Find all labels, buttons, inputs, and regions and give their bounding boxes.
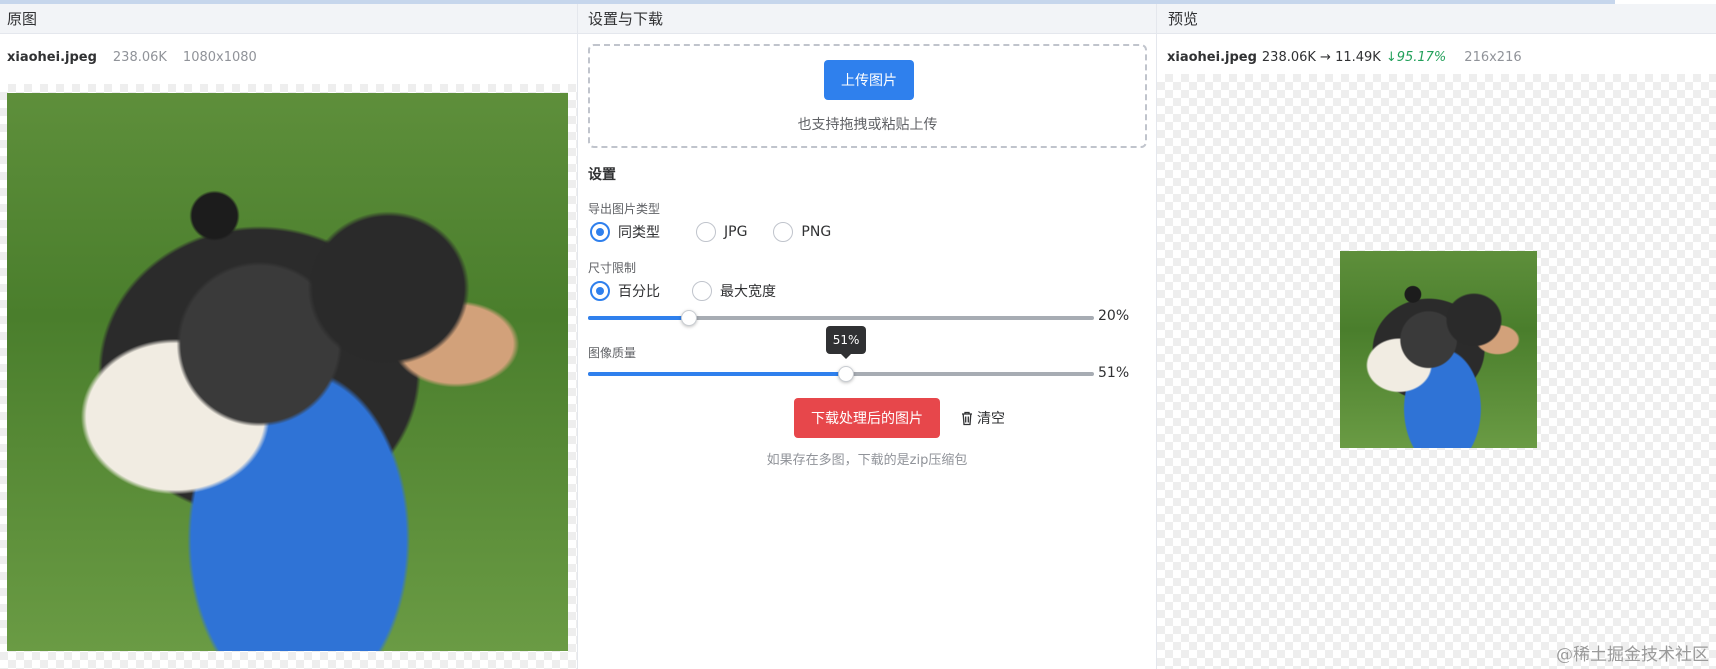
radio-label: PNG: [801, 224, 832, 240]
original-panel-title: 原图: [0, 4, 577, 34]
original-file-size: 238.06K: [112, 49, 167, 65]
preview-file-name: xiaohei.jpeg: [1167, 49, 1257, 65]
preview-panel-title: 预览: [1157, 4, 1716, 34]
preview-image: [1340, 251, 1537, 448]
radio-circle[interactable]: [773, 222, 794, 242]
radio-circle-checked[interactable]: [590, 222, 610, 242]
radio-size-percent[interactable]: 百分比: [590, 281, 660, 301]
preview-dimensions: 216x216: [1464, 49, 1522, 65]
original-file-name: xiaohei.jpeg: [7, 49, 97, 65]
slider-fill: [588, 316, 690, 320]
export-type-radio-group: 同类型 JPG PNG: [590, 222, 853, 242]
trash-icon: [962, 411, 972, 425]
original-file-info: xiaohei.jpeg 238.06K 1080x1080: [0, 34, 577, 80]
slider-thumb[interactable]: [838, 366, 855, 382]
upload-dropzone[interactable]: 上传图片 也支持拖拽或粘贴上传: [588, 44, 1147, 148]
slider-fill: [588, 372, 847, 376]
original-dimensions: 1080x1080: [182, 49, 257, 65]
radio-label: JPG: [724, 224, 748, 240]
download-button[interactable]: 下载处理后的图片: [794, 398, 940, 438]
radio-circle-checked[interactable]: [590, 281, 610, 301]
quality-slider[interactable]: [588, 366, 1094, 382]
original-image: [7, 93, 568, 651]
size-percent-value: 20%: [1098, 308, 1130, 324]
quality-label: 图像质量: [588, 346, 637, 360]
original-panel: 原图 xiaohei.jpeg 238.06K 1080x1080: [0, 4, 578, 669]
watermark: @稀土掘金技术社区: [1556, 645, 1709, 665]
upload-button[interactable]: 上传图片: [824, 60, 914, 100]
upload-hint: 也支持拖拽或粘贴上传: [797, 117, 938, 133]
size-limit-radio-group: 百分比 最大宽度: [590, 281, 798, 301]
clear-button[interactable]: 清空: [960, 408, 1005, 428]
radio-label: 百分比: [618, 284, 660, 300]
slider-thumb[interactable]: [681, 310, 698, 326]
quality-value: 51%: [1098, 365, 1130, 381]
preview-size-change: 238.06K → 11.49K: [1261, 49, 1381, 65]
download-hint: 如果存在多图，下载的是zip压缩包: [766, 453, 968, 468]
preview-image-area: [1157, 74, 1716, 669]
clear-button-label: 清空: [977, 411, 1005, 427]
radio-circle[interactable]: [696, 222, 716, 242]
radio-size-max-width[interactable]: 最大宽度: [692, 281, 776, 301]
radio-label: 同类型: [618, 225, 660, 241]
original-image-area: [0, 84, 577, 669]
radio-circle[interactable]: [692, 281, 712, 301]
settings-panel-title: 设置与下载: [578, 4, 1156, 34]
size-percent-slider[interactable]: [588, 310, 1094, 326]
export-type-label: 导出图片类型: [588, 202, 661, 216]
quality-tooltip: 51%: [826, 326, 867, 359]
radio-export-png[interactable]: PNG: [773, 222, 831, 242]
preview-reduction: ↓95.17%: [1385, 49, 1447, 65]
settings-panel: 设置与下载 上传图片 也支持拖拽或粘贴上传 设置 导出图片类型 同类型 JPG …: [578, 4, 1157, 669]
size-limit-label: 尺寸限制: [588, 261, 637, 275]
settings-section-title: 设置: [588, 167, 616, 183]
radio-export-same[interactable]: 同类型: [590, 222, 660, 242]
radio-export-jpg[interactable]: JPG: [696, 222, 747, 242]
preview-panel: 预览 xiaohei.jpeg 238.06K → 11.49K ↓95.17%…: [1157, 4, 1716, 669]
radio-label: 最大宽度: [720, 284, 776, 300]
